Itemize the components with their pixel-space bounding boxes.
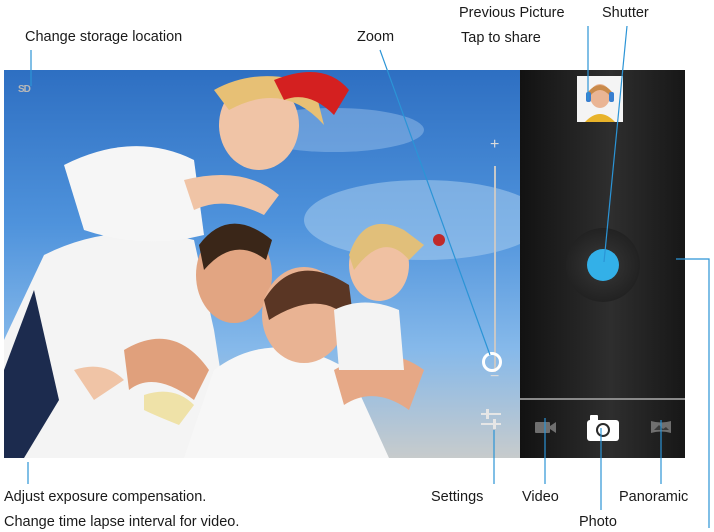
callout-storage: Change storage location <box>25 29 183 45</box>
previous-picture-thumbnail[interactable] <box>577 76 623 122</box>
shutter-button[interactable] <box>566 228 640 302</box>
camera-viewfinder[interactable]: SD + − <box>4 70 520 458</box>
zoom-out-label: − <box>490 368 500 385</box>
camera-control-panel <box>520 70 685 458</box>
callout-zoom: Zoom <box>357 29 395 45</box>
exposure-compensation-control[interactable] <box>10 430 50 454</box>
callout-shutter: Shutter <box>602 5 649 21</box>
zoom-in-label: + <box>490 136 500 153</box>
callout-exposure: Adjust exposure compensation. <box>4 489 207 505</box>
photo-camera-icon <box>587 415 619 441</box>
viewfinder-scene <box>4 72 520 458</box>
video-camera-icon <box>535 422 556 433</box>
callout-photo: Photo <box>579 514 617 530</box>
previous-picture-image <box>577 76 623 122</box>
panoramic-mode-button[interactable] <box>650 419 672 435</box>
mode-divider <box>520 398 685 400</box>
callout-time-lapse: Change time lapse interval for video. <box>4 514 240 530</box>
storage-location-icon[interactable]: SD <box>18 84 31 95</box>
callout-panoramic: Panoramic <box>619 489 689 505</box>
shutter-icon <box>587 249 619 281</box>
sliders-icon <box>481 409 501 429</box>
callout-video: Video <box>522 489 559 505</box>
settings-button[interactable] <box>480 408 502 430</box>
callout-tap-to-share: Tap to share <box>461 30 541 46</box>
zoom-slider[interactable] <box>494 166 496 372</box>
callout-previous-picture: Previous Picture <box>459 5 565 21</box>
video-mode-button[interactable] <box>534 418 558 436</box>
panorama-icon <box>651 421 671 433</box>
photo-mode-button[interactable] <box>586 414 620 442</box>
callout-settings: Settings <box>431 489 484 505</box>
